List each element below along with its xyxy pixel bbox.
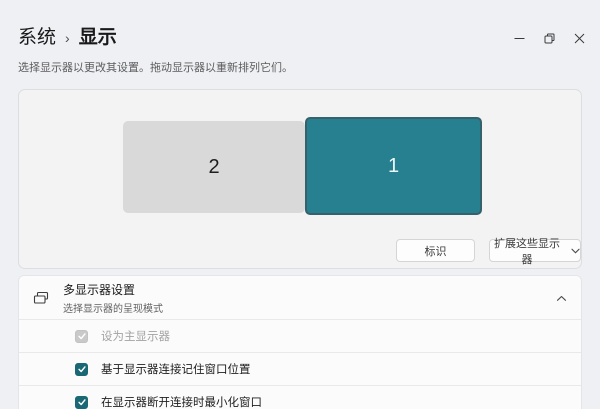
checkbox-minimize-on-disconnect[interactable]: [75, 395, 88, 409]
titlebar: [504, 26, 594, 50]
minimize-button[interactable]: [504, 27, 534, 49]
multiple-displays-header[interactable]: 多显示器设置 选择显示器的呈现模式: [19, 276, 581, 319]
option-label: 设为主显示器: [101, 331, 170, 343]
chevron-down-icon: [571, 247, 580, 254]
display-arrangement-canvas: 2 1 标识 扩展这些显示器: [18, 89, 582, 269]
breadcrumb-separator: ›: [65, 30, 70, 46]
close-button[interactable]: [564, 27, 594, 49]
close-icon: [574, 33, 585, 44]
settings-page: 系统 › 显示 选择显示器以更改其设置。拖动显示器以重新排列它们。 2 1 标识…: [0, 26, 600, 409]
identify-button-label: 标识: [424, 245, 447, 258]
checkbox-main-display: [75, 329, 88, 343]
monitor-1-selected[interactable]: 1: [305, 117, 482, 215]
option-row-main-display: 设为主显示器: [19, 319, 581, 352]
display-mode-dropdown[interactable]: 扩展这些显示器: [489, 238, 581, 266]
option-row-minimize-on-disconnect: 在显示器断开连接时最小化窗口: [19, 385, 581, 409]
breadcrumb: 系统 › 显示: [18, 26, 582, 49]
multiple-displays-section: 多显示器设置 选择显示器的呈现模式 设为主显示器 基于显示器连接记住窗口位置 在…: [18, 275, 582, 409]
page-title: 显示: [78, 26, 117, 48]
display-mode-dropdown-value: 扩展这些显示器: [494, 237, 560, 266]
breadcrumb-system[interactable]: 系统: [18, 27, 56, 49]
multiple-displays-subtitle: 选择显示器的呈现模式: [63, 303, 163, 315]
monitor-1-label: 1: [387, 154, 400, 177]
minimize-icon: [514, 33, 525, 44]
monitor-2[interactable]: 2: [123, 121, 305, 213]
restore-button[interactable]: [534, 27, 564, 49]
option-row-remember-window-locations: 基于显示器连接记住窗口位置: [19, 352, 581, 385]
page-subtitle: 选择显示器以更改其设置。拖动显示器以重新排列它们。: [18, 62, 293, 74]
multiple-displays-title: 多显示器设置: [63, 282, 136, 297]
multiple-displays-icon: [19, 291, 63, 305]
restore-icon: [544, 33, 555, 44]
option-label: 在显示器断开连接时最小化窗口: [101, 397, 262, 409]
checkbox-remember-window-locations[interactable]: [75, 362, 88, 376]
chevron-up-icon: [556, 289, 567, 307]
identify-button[interactable]: 标识: [396, 239, 475, 262]
option-label: 基于显示器连接记住窗口位置: [101, 364, 251, 376]
monitor-2-label: 2: [208, 155, 220, 178]
